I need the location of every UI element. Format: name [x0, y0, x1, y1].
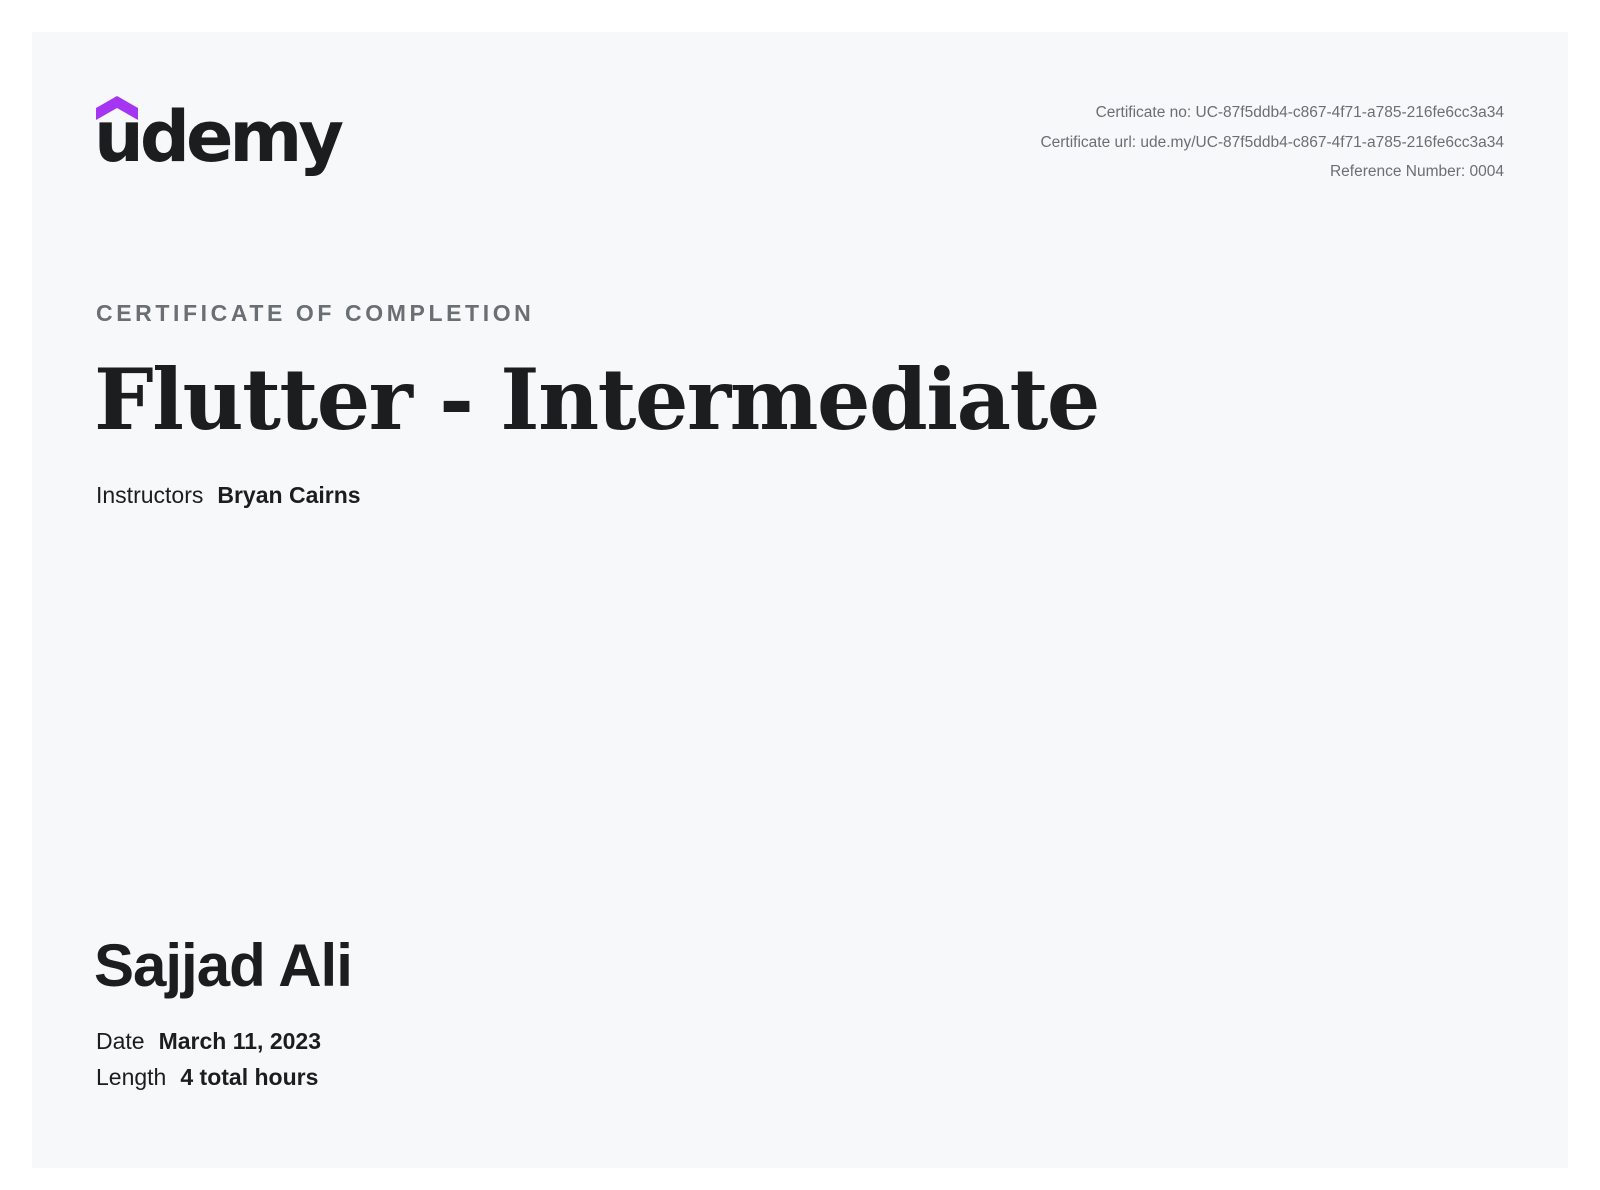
date-label: Date — [96, 1028, 145, 1054]
date-line: Date March 11, 2023 — [96, 1028, 321, 1055]
certificate-kicker: CERTIFICATE OF COMPLETION — [96, 300, 535, 326]
certificate-number: Certificate no: UC-87f5ddb4-c867-4f71-a7… — [1095, 104, 1504, 121]
logo-wordmark: udemy — [94, 96, 344, 178]
instructors-label: Instructors — [96, 482, 204, 508]
length-value: 4 total hours — [180, 1064, 319, 1090]
certificate-card: udemy Certificate no: UC-87f5ddb4-c867-4… — [32, 32, 1568, 1168]
length-label: Length — [96, 1064, 167, 1090]
certificate-url[interactable]: Certificate url: ude.my/UC-87f5ddb4-c867… — [1040, 128, 1504, 158]
instructor-name: Bryan Cairns — [217, 482, 361, 508]
student-name: Sajjad Ali — [94, 932, 353, 999]
certificate-meta: Certificate no: UC-87f5ddb4-c867-4f71-a7… — [1040, 98, 1504, 187]
udemy-logo: udemy — [94, 96, 376, 196]
date-value: March 11, 2023 — [158, 1028, 321, 1054]
length-line: Length 4 total hours — [96, 1064, 318, 1091]
course-title: Flutter - Intermediate — [94, 350, 1100, 449]
instructors-line: Instructors Bryan Cairns — [96, 482, 361, 509]
reference-number: Reference Number: 0004 — [1329, 163, 1504, 180]
